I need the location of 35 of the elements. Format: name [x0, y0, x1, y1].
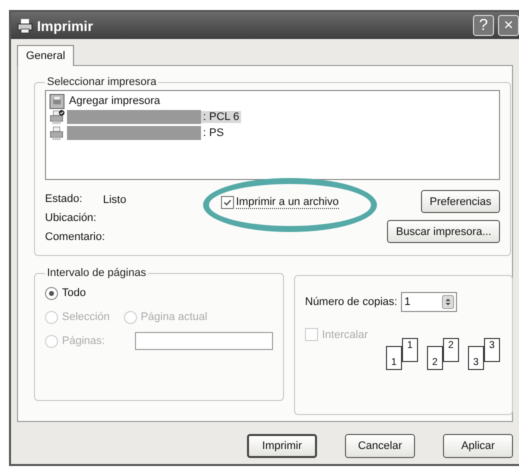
printer-name: Agregar impresora [68, 95, 162, 107]
preferences-button[interactable]: Preferencias [420, 190, 500, 213]
status-label: Comentario: [45, 230, 103, 245]
close-button[interactable]: × [498, 15, 519, 36]
add-printer-icon [49, 94, 65, 108]
print-to-file-checkbox[interactable]: Imprimir a un archivo [221, 196, 387, 209]
radio-option[interactable]: Todo [45, 286, 86, 300]
printer-item[interactable]: : PCL 6 [49, 109, 496, 125]
group-title: Seleccionar impresora [46, 76, 158, 88]
pages-field[interactable] [135, 332, 273, 350]
printer-name: : PS [202, 127, 225, 139]
help-button[interactable]: ? [473, 15, 494, 36]
group-title: Intervalo de páginas [46, 267, 148, 279]
dialog-button[interactable]: Aplicar [443, 434, 513, 458]
printer-icon [17, 18, 33, 34]
page-stack: 3 3 [468, 338, 502, 372]
spin-arrows-icon[interactable] [442, 295, 454, 309]
checkbox[interactable] [221, 196, 234, 209]
printer-item[interactable]: Agregar impresora [49, 93, 496, 109]
find-printer-button[interactable]: Buscar impresora... [387, 220, 500, 243]
status-label: Ubicación: [45, 211, 98, 226]
copies-spinner[interactable]: 1 [401, 292, 458, 312]
status-label: Estado: [45, 192, 84, 207]
page-stack: 1 1 [386, 338, 420, 372]
status-value: Listo [103, 192, 126, 206]
copies-label: Número de copias: [305, 296, 398, 308]
printer-icon [49, 126, 65, 140]
page-stack: 2 2 [426, 338, 461, 372]
dialog-button[interactable]: Imprimir [247, 434, 317, 458]
tab[interactable]: General [17, 45, 74, 66]
printer-item[interactable]: : PS [49, 125, 496, 141]
window-title: Imprimir [37, 18, 94, 34]
printer-name: : PCL 6 [201, 111, 242, 123]
printer-icon [49, 110, 65, 124]
dialog-button[interactable]: Cancelar [345, 434, 415, 458]
